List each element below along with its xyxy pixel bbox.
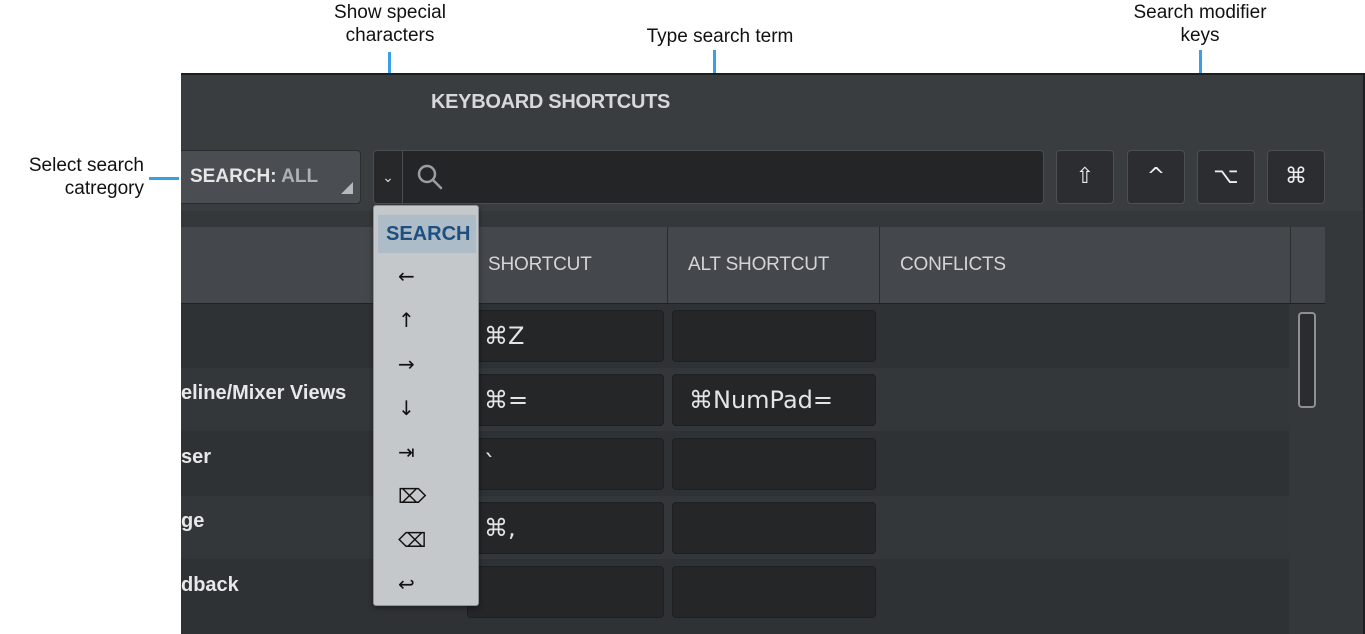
option-key-button[interactable]: ⌥ xyxy=(1197,150,1255,204)
table-row[interactable]: ge ⌘, xyxy=(181,496,1289,559)
left-arrow-item[interactable]: ← xyxy=(374,254,478,298)
vertical-scrollbar[interactable] xyxy=(1289,304,1325,634)
search-category-label: SEARCH: ALL xyxy=(190,166,319,187)
shortcut-cell[interactable]: ` xyxy=(467,438,664,490)
alt-shortcut-cell[interactable] xyxy=(672,502,876,554)
alt-shortcut-cell[interactable] xyxy=(672,566,876,618)
command-key-button[interactable]: ⌘ xyxy=(1267,150,1325,204)
backspace-item[interactable]: ⌫ xyxy=(374,518,478,562)
scrollbar-thumb[interactable] xyxy=(1298,312,1316,408)
table-header: SHORTCUT ALT SHORTCUT CONFLICTS xyxy=(181,227,1325,304)
chevron-down-icon: ⌄ xyxy=(382,169,394,185)
special-menu-header: SEARCH xyxy=(378,215,476,253)
column-header-conflicts[interactable]: CONFLICTS xyxy=(880,227,1291,303)
shortcut-cell[interactable]: ⌘= xyxy=(467,374,664,426)
shift-key-button[interactable]: ⇧ xyxy=(1056,150,1114,204)
table-row[interactable]: ser ` xyxy=(181,432,1289,495)
up-arrow-item[interactable]: ↑ xyxy=(374,298,478,342)
column-header-alt-shortcut[interactable]: ALT SHORTCUT xyxy=(668,227,880,303)
callout-modifier-keys: Search modifier keys xyxy=(1133,2,1267,46)
search-category-button[interactable]: SEARCH: ALL xyxy=(181,150,361,204)
command-name: ge xyxy=(181,510,205,532)
search-icon xyxy=(417,164,443,190)
shortcut-cell[interactable]: ⌘, xyxy=(467,502,664,554)
command-name: ser xyxy=(181,446,212,468)
table-body: ⌘Z eline/Mixer Views ⌘= ⌘NumPad= ser ` g… xyxy=(181,304,1289,634)
window-title: KEYBOARD SHORTCUTS xyxy=(431,91,671,113)
table-row[interactable]: dback xyxy=(181,560,1289,623)
alt-shortcut-cell[interactable]: ⌘NumPad= xyxy=(672,374,876,426)
callout-show-special: Show special characters xyxy=(334,2,446,46)
column-header-shortcut[interactable]: SHORTCUT xyxy=(468,227,668,303)
return-key-item[interactable]: ↩ xyxy=(374,562,478,606)
right-arrow-item[interactable]: → xyxy=(374,342,478,386)
control-key-button[interactable]: ^ xyxy=(1127,150,1185,204)
dropdown-corner-icon xyxy=(341,182,353,194)
search-input[interactable] xyxy=(453,159,1037,197)
shortcut-cell[interactable]: ⌘Z xyxy=(467,310,664,362)
alt-shortcut-cell[interactable] xyxy=(672,310,876,362)
shortcuts-table: SHORTCUT ALT SHORTCUT CONFLICTS ⌘Z eline… xyxy=(181,227,1325,634)
forward-delete-item[interactable]: ⌦ xyxy=(374,474,478,518)
command-name: eline/Mixer Views xyxy=(181,382,347,404)
search-bar: SEARCH: ALL ⌄ ⇧ ^ ⌥ ⌘ xyxy=(181,131,1363,211)
special-characters-menu: SEARCH ← ↑ → ↓ ⇥ ⌦ ⌫ ↩ xyxy=(373,205,479,606)
callout-select-category: Select search catregory xyxy=(28,155,144,199)
table-row[interactable]: ⌘Z xyxy=(181,304,1289,367)
title-bar: KEYBOARD SHORTCUTS xyxy=(181,75,1363,131)
shortcut-cell[interactable] xyxy=(467,566,664,618)
callout-line-category xyxy=(149,177,179,180)
callout-type-search: Type search term xyxy=(646,26,794,47)
special-characters-button[interactable]: ⌄ xyxy=(373,150,403,204)
command-name: dback xyxy=(181,574,239,596)
tab-key-item[interactable]: ⇥ xyxy=(374,430,478,474)
search-field[interactable] xyxy=(403,150,1044,204)
alt-shortcut-cell[interactable] xyxy=(672,438,876,490)
keyboard-shortcuts-window: KEYBOARD SHORTCUTS SEARCH: ALL ⌄ ⇧ ^ ⌥ ⌘… xyxy=(181,73,1365,634)
down-arrow-item[interactable]: ↓ xyxy=(374,386,478,430)
table-row[interactable]: eline/Mixer Views ⌘= ⌘NumPad= xyxy=(181,368,1289,431)
